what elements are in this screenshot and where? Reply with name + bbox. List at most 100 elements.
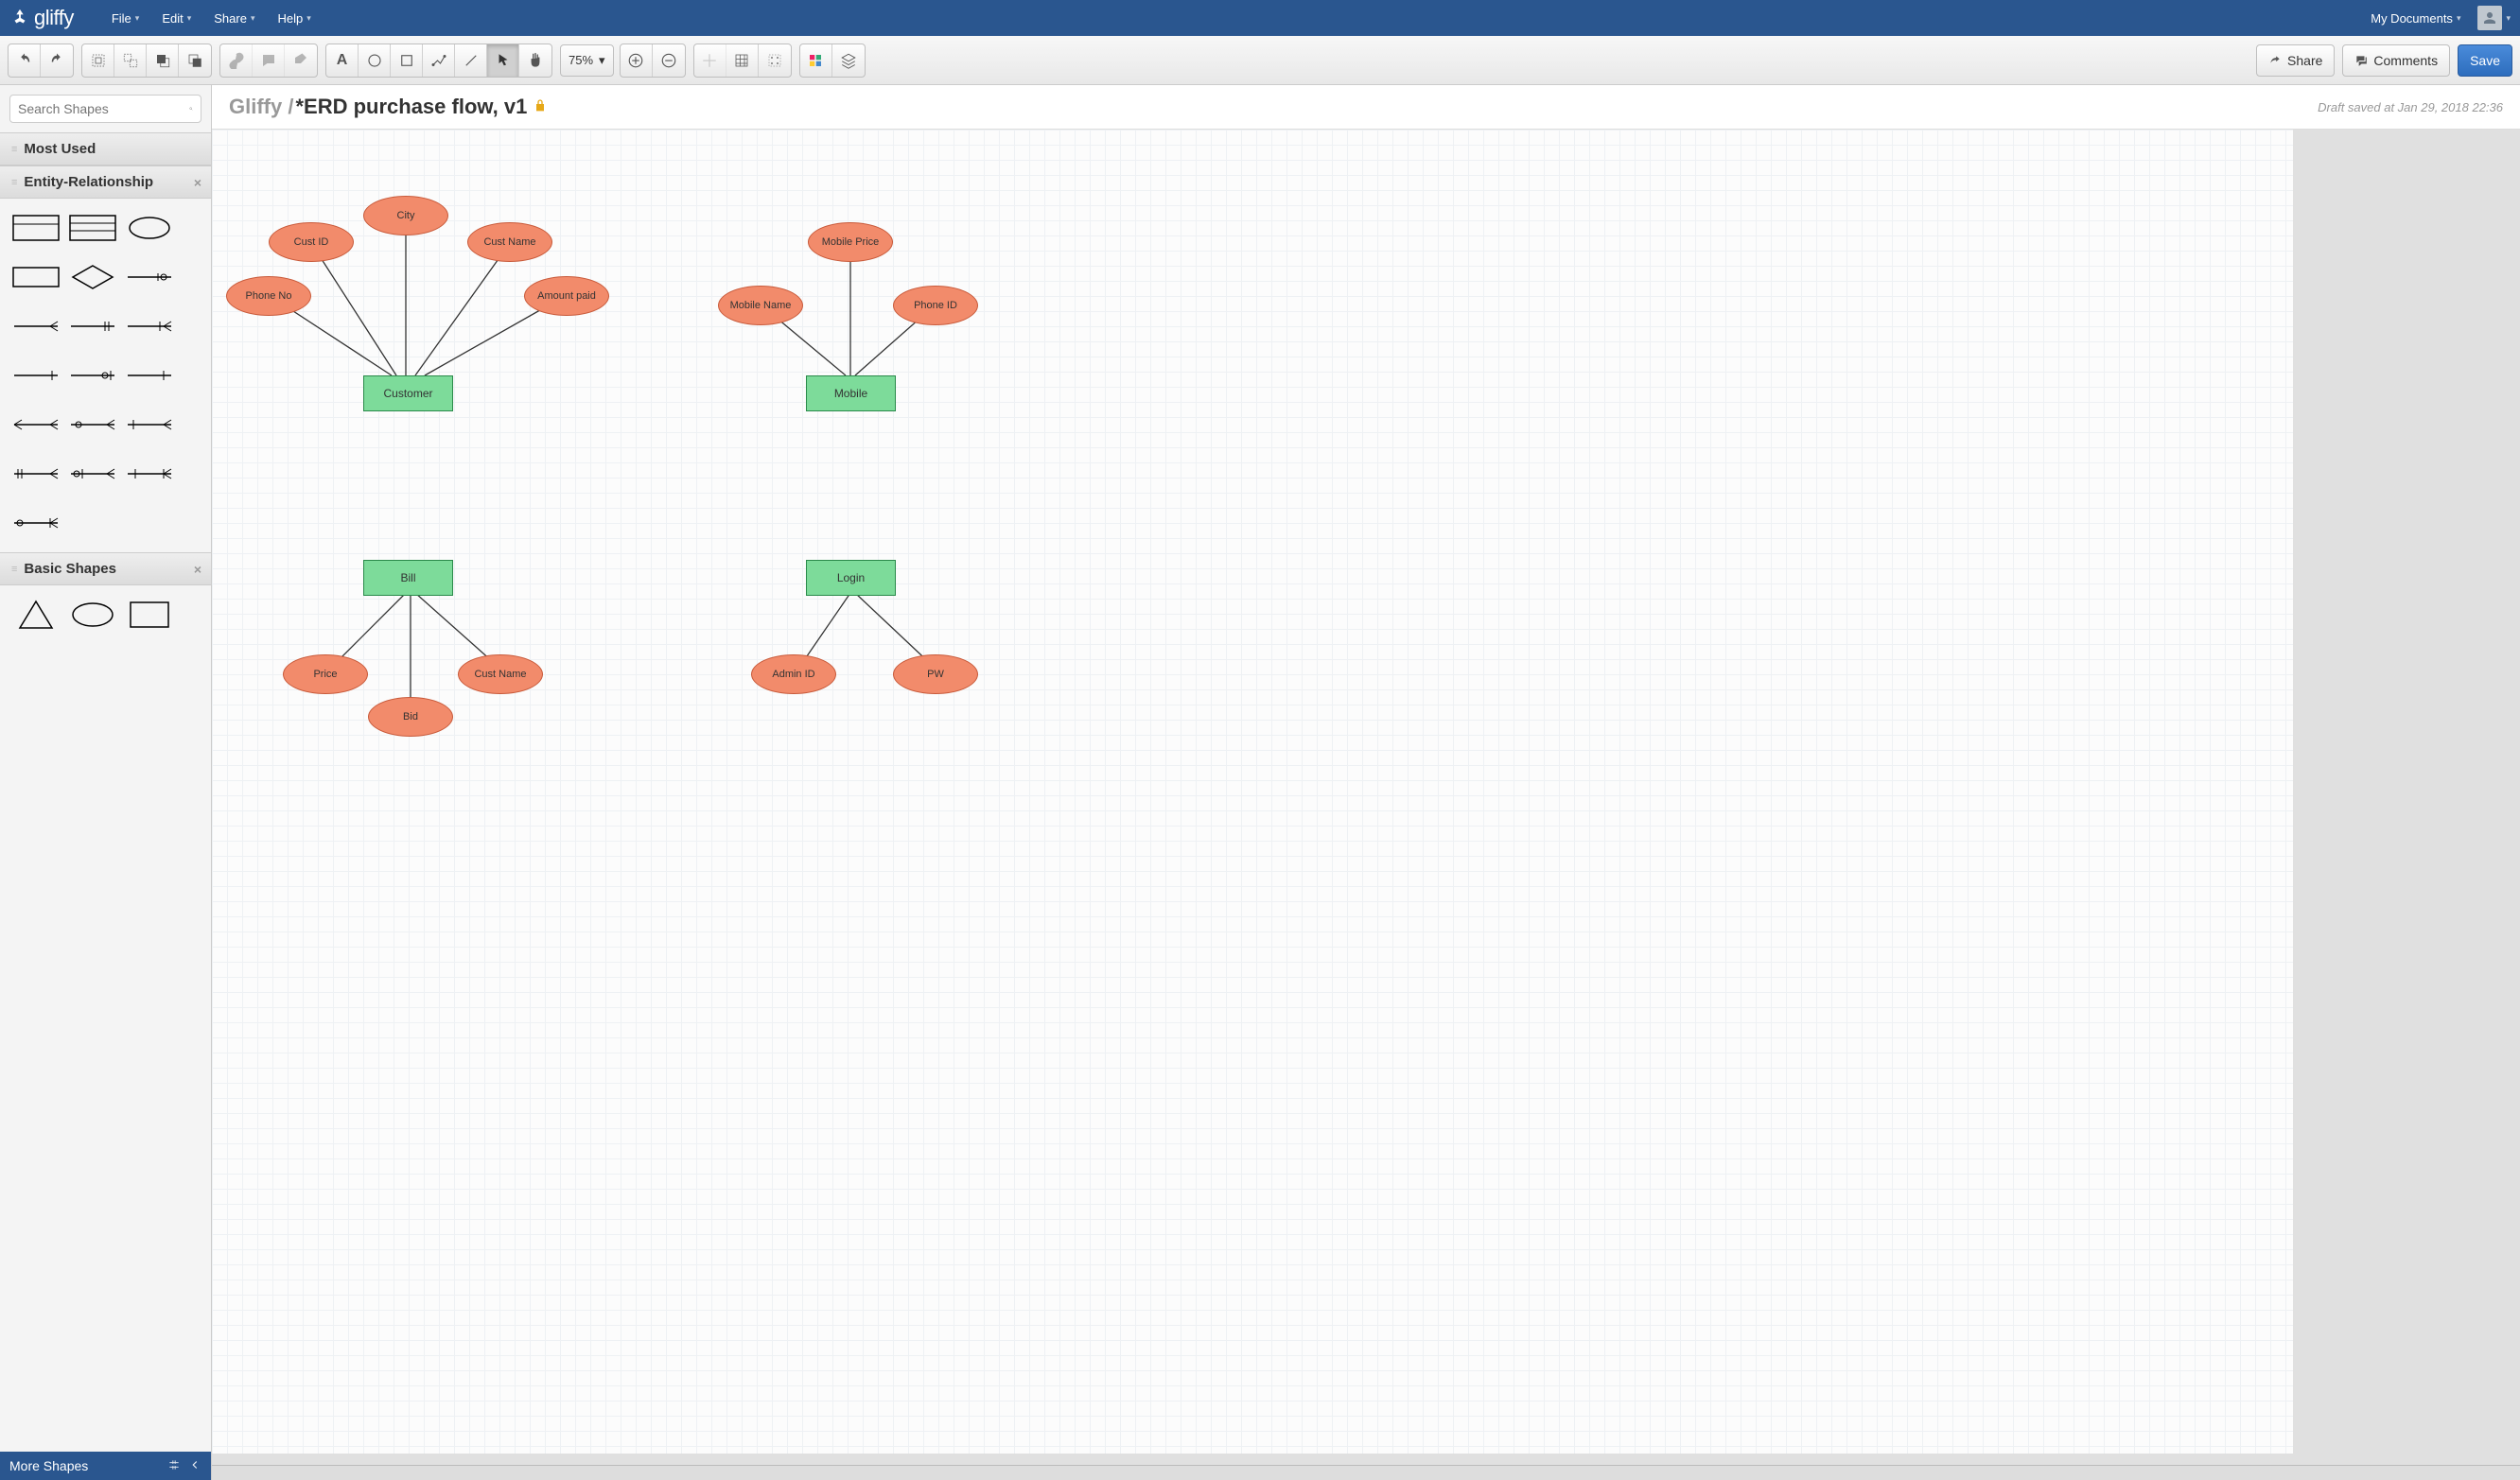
bring-front-icon — [154, 52, 171, 69]
close-icon[interactable]: × — [194, 562, 201, 577]
save-status: Draft saved at Jan 29, 2018 22:36 — [2318, 100, 2503, 114]
er-crow-8[interactable] — [66, 409, 119, 441]
document-header: Gliffy / *ERD purchase flow, v1 Draft sa… — [212, 85, 2520, 130]
er-crow-4[interactable] — [9, 359, 62, 392]
themes-button[interactable] — [800, 44, 832, 77]
attr-phone-no[interactable]: Phone No — [226, 276, 311, 316]
section-most-used[interactable]: ≡Most Used — [0, 132, 211, 165]
entity-mobile[interactable]: Mobile — [806, 375, 896, 411]
rect-shape[interactable] — [123, 599, 176, 631]
send-back-button[interactable] — [179, 44, 211, 77]
menu-file[interactable]: File▾ — [102, 6, 149, 31]
er-crow-10[interactable] — [9, 458, 62, 490]
entity-bill[interactable]: Bill — [363, 560, 453, 596]
snap-grid-button[interactable] — [759, 44, 791, 77]
entity-customer[interactable]: Customer — [363, 375, 453, 411]
er-crow-12[interactable] — [123, 458, 176, 490]
er-crow-3[interactable] — [123, 310, 176, 342]
search-field[interactable] — [18, 101, 189, 116]
collapse-sidebar-icon[interactable] — [188, 1458, 201, 1474]
rectangle-tool[interactable] — [391, 44, 423, 77]
section-entity-relationship[interactable]: ≡Entity-Relationship× — [0, 165, 211, 199]
attr-pw[interactable]: PW — [893, 654, 978, 694]
entity-login[interactable]: Login — [806, 560, 896, 596]
attr-city[interactable]: City — [363, 196, 448, 235]
show-grid-button[interactable] — [726, 44, 759, 77]
ellipse-shape[interactable] — [66, 599, 119, 631]
undo-button[interactable] — [9, 44, 41, 77]
attr-cust-id[interactable]: Cust ID — [269, 222, 354, 262]
er-crow-11[interactable] — [66, 458, 119, 490]
menu-my-documents[interactable]: My Documents▾ — [2361, 6, 2470, 31]
clean-button[interactable] — [285, 44, 317, 77]
line-tool[interactable] — [455, 44, 487, 77]
attr-cust-name-2[interactable]: Cust Name — [458, 654, 543, 694]
link-button[interactable] — [220, 44, 253, 77]
er-crow-1[interactable] — [9, 310, 62, 342]
minus-circle-icon — [660, 52, 677, 69]
section-basic-shapes[interactable]: ≡Basic Shapes× — [0, 552, 211, 585]
bring-front-button[interactable] — [147, 44, 179, 77]
pointer-tool[interactable] — [487, 44, 519, 77]
attr-mobile-name[interactable]: Mobile Name — [718, 286, 803, 325]
attr-price[interactable]: Price — [283, 654, 368, 694]
attr-cust-name-1[interactable]: Cust Name — [467, 222, 552, 262]
canvas-scroll[interactable]: Phone No Cust ID City Cust Name Amount p… — [212, 130, 2520, 1465]
grid-icon — [733, 52, 750, 69]
diagram-canvas[interactable]: Phone No Cust ID City Cust Name Amount p… — [212, 130, 2293, 1454]
er-crow-5[interactable] — [66, 359, 119, 392]
er-crow-9[interactable] — [123, 409, 176, 441]
search-shapes-input[interactable] — [9, 95, 201, 123]
er-entity-shape[interactable] — [9, 212, 62, 244]
app-name: gliffy — [34, 6, 74, 30]
connector-tool[interactable] — [423, 44, 455, 77]
comments-button[interactable]: Comments — [2342, 44, 2450, 77]
share-button[interactable]: Share — [2256, 44, 2335, 77]
save-button[interactable]: Save — [2458, 44, 2512, 77]
horizontal-scrollbar[interactable] — [212, 1465, 2520, 1480]
zoom-select[interactable]: 75%▾ — [560, 44, 614, 77]
menu-share[interactable]: Share▾ — [204, 6, 264, 31]
grip-icon: ≡ — [11, 564, 16, 575]
attr-bid[interactable]: Bid — [368, 697, 453, 737]
ungroup-button[interactable] — [114, 44, 147, 77]
user-avatar[interactable] — [2477, 6, 2502, 30]
triangle-shape[interactable] — [9, 599, 62, 631]
er-crow-2[interactable] — [66, 310, 119, 342]
connector-icon — [430, 52, 447, 69]
grid-dots-icon — [766, 52, 783, 69]
resize-handle-icon[interactable] — [167, 1458, 181, 1474]
menu-help[interactable]: Help▾ — [269, 6, 321, 31]
er-rect-shape[interactable] — [9, 261, 62, 293]
zoom-in-button[interactable] — [621, 44, 653, 77]
group-button[interactable] — [82, 44, 114, 77]
er-crow-13[interactable] — [9, 507, 62, 539]
document-title[interactable]: *ERD purchase flow, v1 — [295, 95, 527, 119]
text-tool[interactable]: A — [326, 44, 359, 77]
zoom-out-button[interactable] — [653, 44, 685, 77]
pan-tool[interactable] — [519, 44, 551, 77]
snap-guides-button[interactable] — [694, 44, 726, 77]
attr-admin-id[interactable]: Admin ID — [751, 654, 836, 694]
redo-button[interactable] — [41, 44, 73, 77]
basic-shape-palette — [0, 585, 211, 644]
attr-mobile-price[interactable]: Mobile Price — [808, 222, 893, 262]
attr-amount-paid[interactable]: Amount paid — [524, 276, 609, 316]
broom-icon — [292, 52, 309, 69]
breadcrumb[interactable]: Gliffy / — [229, 95, 293, 119]
er-entity-rows-shape[interactable] — [66, 212, 119, 244]
er-crow-6[interactable] — [123, 359, 176, 392]
app-logo[interactable]: gliffy — [9, 6, 74, 30]
more-shapes-button[interactable]: More Shapes — [9, 1458, 88, 1473]
er-one-one-line[interactable] — [123, 261, 176, 293]
menu-edit[interactable]: Edit▾ — [152, 6, 201, 31]
ellipse-tool[interactable] — [359, 44, 391, 77]
attr-phone-id[interactable]: Phone ID — [893, 286, 978, 325]
close-icon[interactable]: × — [194, 175, 201, 190]
er-attribute-shape[interactable] — [123, 212, 176, 244]
comment-button[interactable] — [253, 44, 285, 77]
er-relation-shape[interactable] — [66, 261, 119, 293]
er-crow-7[interactable] — [9, 409, 62, 441]
layers-button[interactable] — [832, 44, 865, 77]
toolbar: A 75%▾ Share Comments Save — [0, 36, 2520, 85]
